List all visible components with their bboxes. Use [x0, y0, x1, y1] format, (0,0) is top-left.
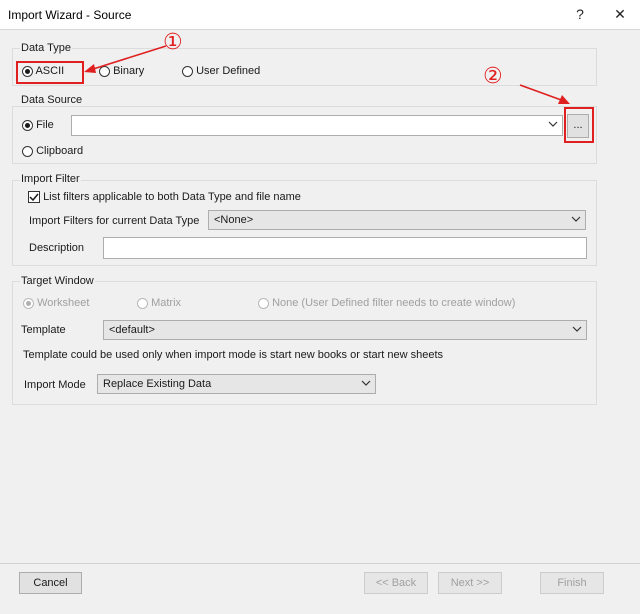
- checkbox-indicator: [28, 191, 40, 204]
- template-note: Template could be used only when import …: [23, 349, 444, 361]
- radio-clipboard-label: Clipboard: [36, 145, 84, 157]
- radio-matrix-indicator: [137, 297, 148, 309]
- radio-user-defined[interactable]: User Defined: [182, 65, 260, 77]
- description-label: Description: [29, 242, 85, 254]
- title-bar: Import Wizard - Source ? ✕: [0, 0, 640, 30]
- radio-clipboard-indicator: [22, 145, 33, 157]
- list-filters-checkbox[interactable]: List filters applicable to both Data Typ…: [28, 191, 301, 204]
- finish-button[interactable]: Finish: [540, 572, 604, 594]
- radio-matrix-label: Matrix: [151, 297, 182, 309]
- annotation-box-browse: [564, 107, 594, 143]
- help-button[interactable]: ?: [570, 6, 590, 22]
- import-filters-label: Import Filters for current Data Type: [29, 215, 200, 227]
- chevron-down-icon: [571, 216, 581, 222]
- import-mode-label: Import Mode: [24, 379, 86, 391]
- footer-divider: [0, 563, 640, 564]
- radio-clipboard[interactable]: Clipboard: [22, 145, 83, 157]
- radio-ascii-indicator: [22, 65, 33, 77]
- annotation-arrow-1: [84, 45, 167, 73]
- target-window-legend: Target Window: [20, 275, 95, 287]
- check-icon: [29, 193, 39, 202]
- radio-file-label: File: [36, 119, 54, 131]
- radio-none-label: None (User Defined filter needs to creat…: [272, 297, 516, 309]
- data-type-legend: Data Type: [20, 42, 72, 54]
- window-title: Import Wizard - Source: [8, 8, 132, 22]
- import-filters-select[interactable]: <None>: [208, 210, 586, 230]
- import-filter-legend: Import Filter: [20, 173, 81, 185]
- import-mode-value: Replace Existing Data: [103, 378, 212, 390]
- radio-file[interactable]: File: [22, 119, 54, 131]
- radio-file-indicator: [22, 119, 33, 131]
- back-button[interactable]: << Back: [364, 572, 428, 594]
- list-filters-label: List filters applicable to both Data Typ…: [43, 191, 301, 203]
- chevron-down-icon: [548, 121, 558, 127]
- template-select[interactable]: <default>: [103, 320, 587, 340]
- data-source-legend: Data Source: [20, 94, 84, 106]
- radio-none-indicator: [258, 297, 269, 309]
- import-filters-value: <None>: [214, 214, 254, 226]
- radio-worksheet[interactable]: Worksheet: [23, 297, 89, 309]
- template-label: Template: [21, 324, 66, 336]
- radio-none[interactable]: None (User Defined filter needs to creat…: [258, 297, 515, 309]
- template-value: <default>: [109, 324, 155, 336]
- radio-matrix[interactable]: Matrix: [137, 297, 181, 309]
- import-mode-select[interactable]: Replace Existing Data: [97, 374, 376, 394]
- radio-user-defined-label: User Defined: [196, 65, 261, 77]
- cancel-button[interactable]: Cancel: [19, 572, 82, 594]
- chevron-down-icon: [572, 326, 582, 332]
- annotation-marker-2: ②: [483, 64, 503, 89]
- radio-worksheet-indicator: [23, 297, 34, 309]
- radio-user-defined-indicator: [182, 65, 193, 77]
- next-button[interactable]: Next >>: [438, 572, 502, 594]
- file-path-combo[interactable]: [71, 115, 563, 136]
- radio-ascii[interactable]: ASCII: [22, 65, 64, 77]
- annotation-arrow-2: [519, 84, 570, 104]
- description-field[interactable]: [103, 237, 587, 259]
- chevron-down-icon: [361, 380, 371, 386]
- radio-worksheet-label: Worksheet: [37, 297, 90, 309]
- radio-ascii-label: ASCII: [35, 65, 65, 77]
- close-button[interactable]: ✕: [610, 6, 630, 23]
